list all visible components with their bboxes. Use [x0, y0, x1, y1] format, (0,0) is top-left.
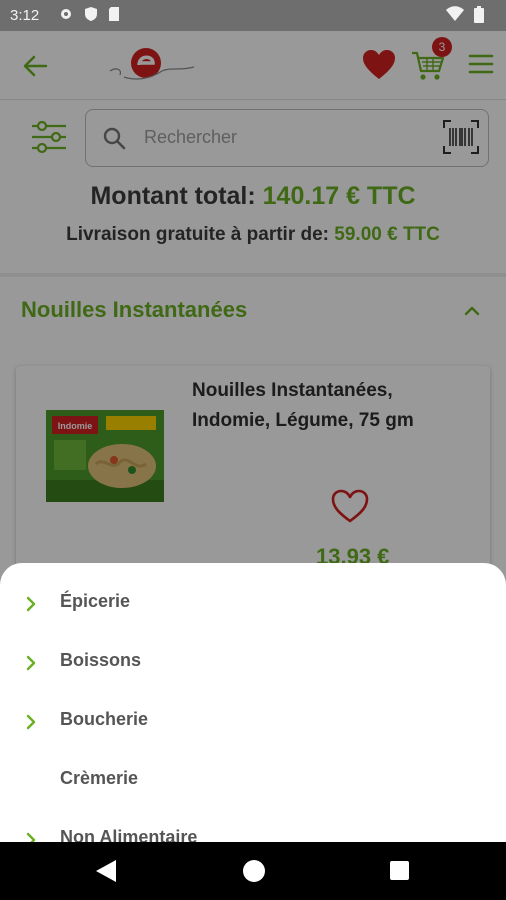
nav-back-icon[interactable] [94, 858, 118, 884]
status-system-icons [446, 6, 484, 23]
sheet-item-label: Boissons [60, 650, 142, 670]
battery-icon [474, 6, 484, 23]
nav-recents-icon[interactable] [390, 861, 409, 880]
app-screen: 3:12 3 Rechercher Montant total: 140.17 … [0, 0, 506, 900]
sheet-item-label: Boucherie [60, 709, 149, 729]
sd-card-icon [109, 7, 119, 21]
status-bar: 3:12 [0, 0, 506, 31]
chevron-right-icon [26, 655, 36, 671]
sheet-item-label: Non Alimentaire [60, 827, 198, 843]
sheet-item-boucherie[interactable]: Boucherie [0, 696, 506, 755]
chevron-right-icon [26, 596, 36, 612]
status-notification-icons [58, 6, 120, 22]
wifi-icon [446, 6, 464, 21]
system-nav-bar [0, 842, 506, 900]
sheet-item-label: Crèmerie [60, 768, 139, 788]
category-bottom-sheet: Épicerie Boissons Boucherie Crèmerie Non… [0, 563, 506, 843]
sheet-item-non-alimentaire[interactable]: Non Alimentaire [0, 814, 506, 843]
sheet-item-label: Épicerie [60, 591, 131, 611]
sheet-item-cremerie[interactable]: Crèmerie [0, 755, 506, 814]
nav-home-icon[interactable] [243, 860, 265, 882]
sheet-item-epicerie[interactable]: Épicerie [0, 578, 506, 637]
status-time: 3:12 [10, 7, 40, 24]
shield-icon [85, 7, 97, 21]
chevron-right-icon [26, 714, 36, 730]
gear-icon [61, 9, 71, 19]
sheet-item-boissons[interactable]: Boissons [0, 637, 506, 696]
